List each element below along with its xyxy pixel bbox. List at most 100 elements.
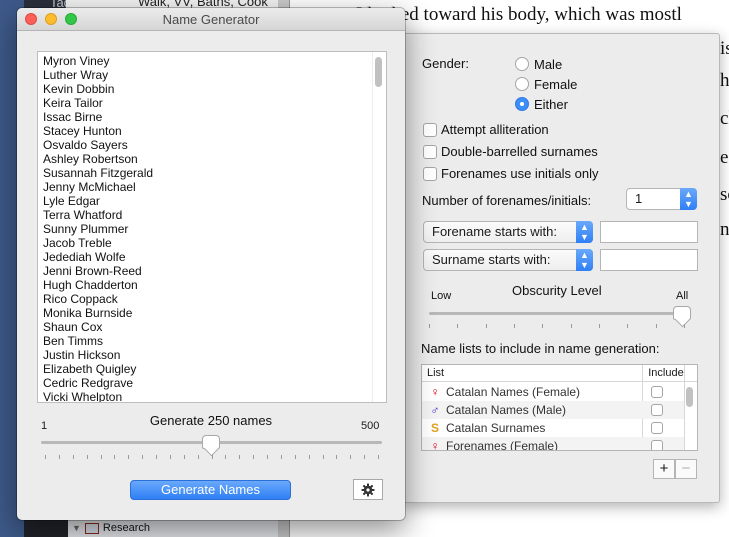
num-forenames-label: Number of forenames/initials: [422,193,592,208]
slider-tick [239,455,241,459]
gender-label: Gender: [422,56,469,71]
name-list-item[interactable]: Monika Burnside [43,306,386,320]
gender-option-either-label[interactable]: Either [534,97,568,112]
include-checkbox[interactable] [651,440,663,450]
name-list-item[interactable]: Jenni Brown-Reed [43,264,386,278]
name-list-item[interactable]: Elizabeth Quigley [43,362,386,376]
column-divider [684,365,685,450]
name-list-item[interactable]: Lyle Edgar [43,194,386,208]
female-symbol-icon: ♀ [430,385,440,399]
generated-names-list[interactable]: Myron Viney Luther Wray Kevin Dobbin Keira … [37,51,387,403]
slider-tick [429,324,430,328]
list-name: Forenames (Female) [446,439,559,451]
name-list-item[interactable]: Ben Timms [43,334,386,348]
slider-tick [211,455,213,459]
remove-list-button[interactable]: − [675,459,697,479]
name-list-row[interactable]: ♀ Catalan Names (Female) [422,383,684,401]
slider-tick [627,324,629,328]
obscurity-slider-track[interactable] [429,312,691,315]
include-checkbox[interactable] [651,422,663,434]
background-binder-research[interactable]: ▼ Research [72,522,150,534]
generate-names-button[interactable]: Generate Names [130,480,291,500]
slider-tick [169,455,171,459]
initials-only-checkbox[interactable] [423,167,437,181]
forename-filter-mode-select[interactable]: Forename starts with: ▲ ▼ [423,221,593,243]
name-list-item[interactable]: Keira Tailor [43,96,386,110]
name-list-row[interactable]: ♀ Forenames (Female) [422,437,684,451]
name-list-item[interactable]: Osvaldo Sayers [43,138,386,152]
title-bar[interactable]: Name Generator [17,8,405,31]
surname-filter-mode-select[interactable]: Surname starts with: ▲ ▼ [423,249,593,271]
slider-tick [225,455,227,459]
background-editor-line: sc [720,184,729,205]
name-list-item[interactable]: Susannah Fitzgerald [43,166,386,180]
name-lists-table: List Include ♀ Catalan Names (Female) ♂ Cat… [421,364,698,451]
gender-radio-male[interactable] [515,57,529,71]
obscurity-low-label: Low [431,290,452,302]
name-list-item[interactable]: Vicki Whelpton [43,390,386,402]
slider-tick [457,324,459,328]
double-barrelled-checkbox[interactable] [423,145,437,159]
slider-tick [253,455,255,459]
obscurity-slider-thumb[interactable] [673,306,691,320]
slider-tick [683,324,685,328]
name-list-item[interactable]: Jedediah Wolfe [43,250,386,264]
slider-tick [513,324,515,328]
female-symbol-icon: ♀ [430,439,440,451]
options-drawer: Gender: Male Female Either Attempt allit… [403,33,720,503]
name-list-item[interactable]: Sunny Plummer [43,222,386,236]
name-list-item[interactable]: Cedric Redgrave [43,376,386,390]
table-scrollbar[interactable] [686,387,693,407]
background-editor-line: is [720,38,729,59]
count-slider-ticks [45,455,379,459]
table-header-bar [422,365,697,382]
settings-button[interactable] [353,479,383,500]
gender-radio-female[interactable] [515,77,529,91]
name-list-item[interactable]: Hugh Chadderton [43,278,386,292]
name-list-item[interactable]: Rico Coppack [43,292,386,306]
gender-option-male-label[interactable]: Male [534,57,562,72]
name-list-item[interactable]: Stacey Hunton [43,124,386,138]
gender-option-female-label[interactable]: Female [534,77,577,92]
name-list-item[interactable]: Issac Birne [43,110,386,124]
popup-arrows-icon: ▲ ▼ [576,221,593,243]
gender-radio-either[interactable] [515,97,529,111]
names-scrollbar-thumb[interactable] [375,57,382,87]
include-checkbox[interactable] [651,404,663,416]
slider-tick [197,455,199,459]
forename-filter-input[interactable] [600,221,698,243]
slider-tick [58,455,60,459]
name-list-row[interactable]: S Catalan Surnames [422,419,684,437]
background-editor-line: cl [720,108,729,129]
name-list-item[interactable]: Shaun Cox [43,320,386,334]
initials-only-label[interactable]: Forenames use initials only [441,166,599,181]
surname-filter-input[interactable] [600,249,698,271]
count-slider-thumb[interactable] [202,435,221,449]
name-list-item[interactable]: Justin Hickson [43,348,386,362]
name-list-item[interactable]: Luther Wray [43,68,386,82]
include-checkbox[interactable] [651,386,663,398]
name-list-item[interactable]: Kevin Dobbin [43,82,386,96]
name-list-item[interactable]: Jenny McMichael [43,180,386,194]
double-barrelled-label[interactable]: Double-barrelled surnames [441,144,598,159]
name-list-row[interactable]: ♂ Catalan Names (Male) [422,401,684,419]
num-forenames-select[interactable]: 1 ▲ ▼ [626,188,697,210]
slider-tick [598,324,600,328]
add-list-button[interactable]: + [653,459,675,479]
name-list-item[interactable]: Ashley Robertson [43,152,386,166]
name-generator-window: Name Generator Myron Viney Luther Wray Kev… [17,8,405,520]
popup-arrows-icon: ▲ ▼ [576,249,593,271]
slider-tick [308,455,310,459]
name-list-item[interactable]: Myron Viney [43,54,386,68]
slider-tick [542,324,544,328]
names-scrollbar-track[interactable] [372,52,386,402]
name-list-item[interactable]: Terra Whatford [43,208,386,222]
slider-tick [570,324,572,328]
slider-tick [267,455,268,459]
alliteration-checkbox[interactable] [423,123,437,137]
slider-tick [128,455,130,459]
disclosure-triangle-icon[interactable]: ▼ [72,523,81,533]
alliteration-label[interactable]: Attempt alliteration [441,122,549,137]
name-list-item[interactable]: Jacob Treble [43,236,386,250]
slider-tick [350,455,352,459]
